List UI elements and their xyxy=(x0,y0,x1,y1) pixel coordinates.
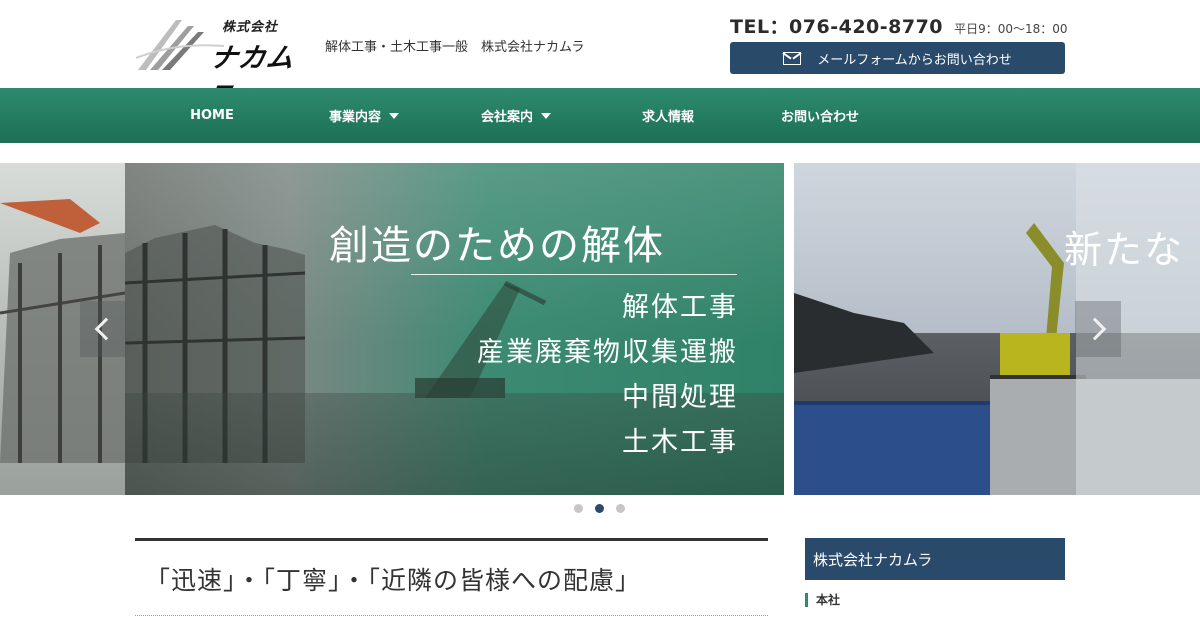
chevron-left-icon xyxy=(94,317,118,341)
main-heading: 「迅速」・「丁寧」・「近隣の皆様への配慮」 xyxy=(145,566,642,595)
slide-service-item: 解体工事 xyxy=(622,292,738,323)
contact-tel: TEL：076-420-8770 平日9：00～18：00 xyxy=(730,12,1070,39)
slide-divider xyxy=(411,274,737,275)
slider-dot[interactable] xyxy=(574,504,583,513)
slide-service-item: 中間処理 xyxy=(622,382,738,413)
slide-service-item: 産業廃棄物収集運搬 xyxy=(477,337,738,368)
chevron-right-icon xyxy=(1083,317,1107,341)
slider-prev-button[interactable] xyxy=(80,301,126,357)
slider-pagination xyxy=(574,504,625,513)
nav-item-label: HOME xyxy=(190,108,234,123)
slide-title: 創造のための解体 xyxy=(329,223,665,269)
nav-item-label: 求人情報 xyxy=(641,110,694,125)
tel-number[interactable]: TEL：076-420-8770 xyxy=(730,16,943,38)
sidebar-company-title: 株式会社ナカムラ xyxy=(805,538,1065,580)
caret-down-icon xyxy=(389,112,399,119)
caret-down-icon xyxy=(541,112,551,119)
company-logo[interactable]: 株式会社 ナカムラ xyxy=(136,12,308,113)
mail-form-button-label: メールフォームからお問い合わせ xyxy=(817,52,1012,68)
nav-item-services[interactable]: 事業内容 xyxy=(288,88,440,143)
nav-item-label: 会社案内 xyxy=(480,110,533,125)
logo-small-text: 株式会社 xyxy=(222,20,279,35)
slide-service-list: 解体工事 産業廃棄物収集運搬 中間処理 土木工事 xyxy=(477,285,738,465)
mail-form-button[interactable]: メールフォームからお問い合わせ xyxy=(730,42,1065,74)
sidebar-subheading: 本社 xyxy=(805,593,840,607)
next-slide-peek: 新たな xyxy=(794,163,1200,495)
site-header: 株式会社 ナカムラ 解体工事・土木工事一般 株式会社ナカムラ TEL：076-4… xyxy=(0,0,1200,113)
nav-item-home[interactable]: HOME xyxy=(136,88,288,143)
current-slide: 創造のための解体 解体工事 産業廃棄物収集運搬 中間処理 土木工事 xyxy=(125,163,784,495)
nav-item-label: お問い合わせ xyxy=(780,110,859,125)
nav-item-contact[interactable]: お問い合わせ xyxy=(744,88,896,143)
mail-icon xyxy=(783,51,802,65)
site-tagline: 解体工事・土木工事一般 株式会社ナカムラ xyxy=(325,40,585,55)
slider-next-button[interactable] xyxy=(1075,301,1121,357)
nav-item-label: 事業内容 xyxy=(328,110,381,125)
dumpster-container xyxy=(794,401,990,495)
nav-item-company[interactable]: 会社案内 xyxy=(440,88,592,143)
nav-item-recruit[interactable]: 求人情報 xyxy=(592,88,744,143)
next-slide-title: 新たな xyxy=(1064,228,1185,272)
slider-dot[interactable] xyxy=(616,504,625,513)
main-heading-block: 「迅速」・「丁寧」・「近隣の皆様への配慮」 xyxy=(135,538,768,616)
hero-slider: 創造のための解体 解体工事 産業廃棄物収集運搬 中間処理 土木工事 新たな xyxy=(0,163,1200,495)
slide-service-item: 土木工事 xyxy=(622,427,738,458)
global-nav: HOME 事業内容 会社案内 求人情報 お問い合わせ xyxy=(0,88,1200,143)
business-hours: 平日9：00～18：00 xyxy=(954,22,1068,36)
slider-dot-active[interactable] xyxy=(595,504,604,513)
